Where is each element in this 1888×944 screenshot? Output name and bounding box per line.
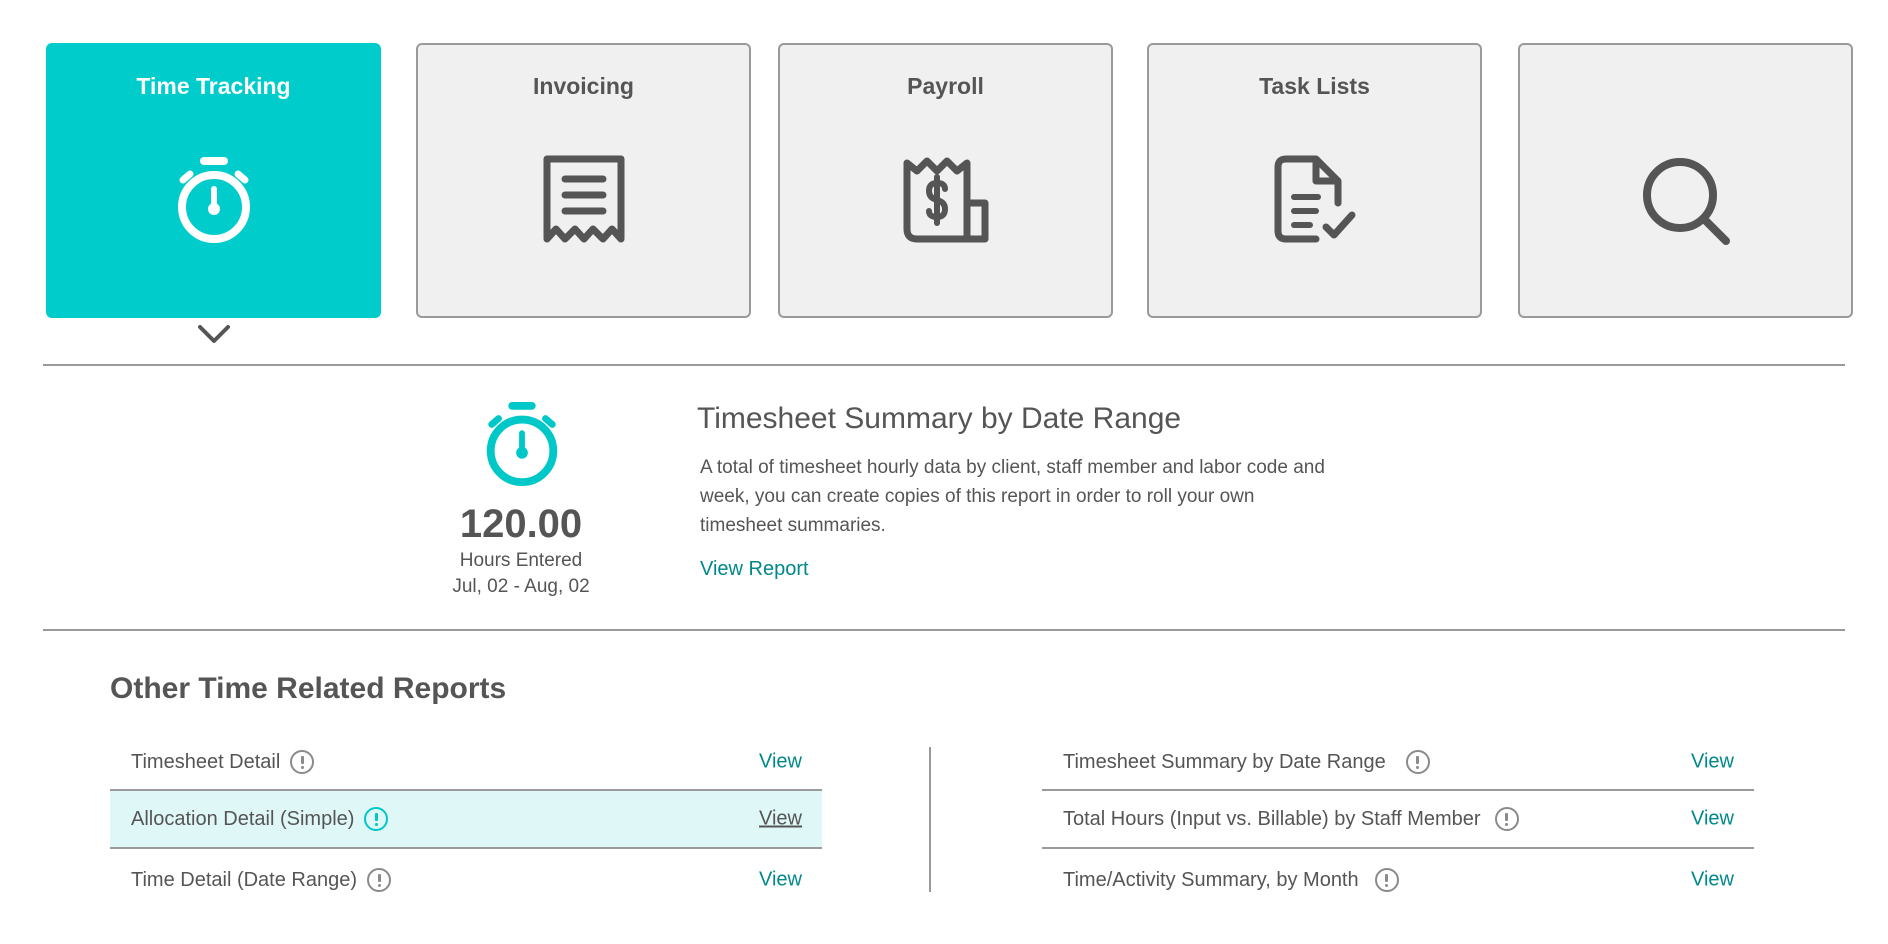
view-link[interactable]: View	[1691, 869, 1734, 892]
info-icon[interactable]	[1494, 807, 1519, 831]
hours-entered-label: Hours Entered	[459, 550, 583, 571]
row-divider	[1042, 847, 1754, 849]
tile-label: Time Tracking	[136, 73, 291, 99]
report-label: Timesheet Summary by Date Range	[1063, 750, 1386, 773]
search-icon	[1640, 155, 1732, 247]
date-range: Jul, 02 - Aug, 02	[452, 576, 590, 597]
tile-time-tracking[interactable]: Time Tracking	[46, 43, 381, 318]
tile-search[interactable]	[1518, 43, 1853, 318]
stopwatch-icon	[484, 400, 560, 493]
tile-task-lists[interactable]: Task Lists	[1147, 43, 1482, 318]
report-row-allocation-detail: Allocation Detail (Simple) View	[110, 791, 822, 847]
report-row-timesheet-summary: Timesheet Summary by Date Range View	[1042, 734, 1754, 790]
chevron-down-icon	[196, 322, 232, 351]
tile-payroll[interactable]: Payroll	[778, 43, 1113, 318]
report-row-activity-summary: Time/Activity Summary, by Month View	[1042, 852, 1754, 908]
report-label: Timesheet Detail	[131, 750, 281, 773]
tile-label: Payroll	[907, 73, 984, 99]
report-description: A total of timesheet hourly data by clie…	[700, 457, 1325, 536]
payroll-receipt-icon	[901, 155, 991, 247]
report-label: Allocation Detail (Simple)	[131, 807, 355, 830]
divider	[43, 364, 1845, 366]
tile-label: Task Lists	[1259, 73, 1370, 99]
module-tiles: Time Tracking Invoicing Payroll Task Lis…	[46, 43, 1853, 318]
info-icon[interactable]	[1374, 868, 1399, 892]
view-link[interactable]: View	[759, 869, 802, 892]
report-row-total-hours: Total Hours (Input vs. Billable) by Staf…	[1042, 791, 1754, 847]
tile-invoicing[interactable]: Invoicing	[416, 43, 751, 318]
report-label: Total Hours (Input vs. Billable) by Staf…	[1063, 807, 1481, 830]
divider	[43, 629, 1845, 631]
report-label: Time/Activity Summary, by Month	[1063, 868, 1359, 891]
view-link[interactable]: View	[759, 808, 802, 831]
stopwatch-icon	[176, 155, 252, 245]
info-icon[interactable]	[1405, 750, 1430, 774]
column-divider	[929, 747, 931, 892]
row-divider	[110, 847, 822, 849]
view-link[interactable]: View	[1691, 751, 1734, 774]
section-title: Other Time Related Reports	[110, 672, 507, 705]
view-link[interactable]: View	[1691, 808, 1734, 831]
info-icon[interactable]	[364, 807, 389, 831]
report-row-time-detail: Time Detail (Date Range) View	[110, 852, 822, 908]
info-icon[interactable]	[290, 750, 315, 774]
report-title: Timesheet Summary by Date Range	[697, 402, 1182, 435]
report-row-timesheet-detail: Timesheet Detail View	[110, 734, 822, 790]
document-check-icon	[1272, 155, 1358, 247]
info-icon[interactable]	[367, 868, 392, 892]
receipt-icon	[543, 155, 625, 247]
report-label: Time Detail (Date Range)	[131, 868, 358, 891]
view-link[interactable]: View	[759, 751, 802, 774]
tile-label: Invoicing	[533, 73, 634, 99]
hours-entered-value: 120.00	[459, 502, 583, 546]
view-report-link[interactable]: View Report	[700, 558, 809, 581]
